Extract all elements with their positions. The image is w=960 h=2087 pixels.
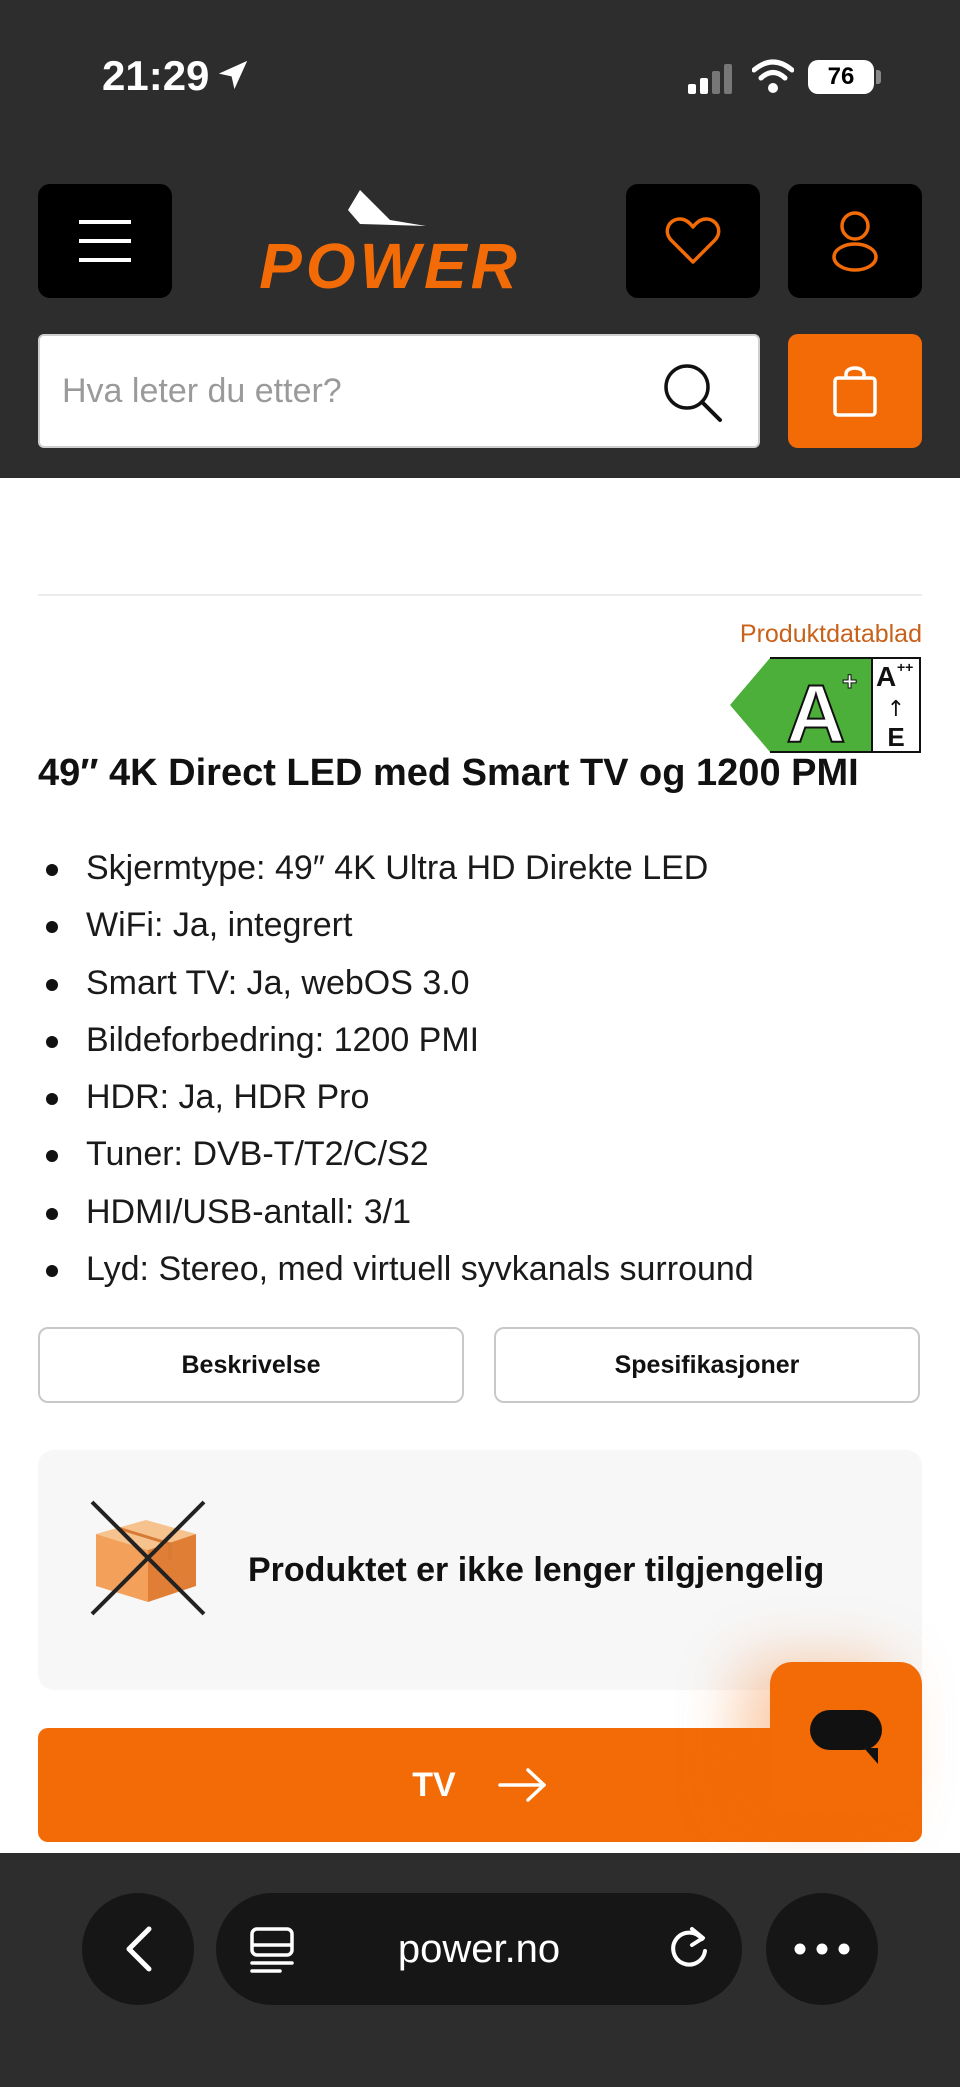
unavailable-notice: Produktet er ikke lenger tilgjengelig: [38, 1450, 922, 1690]
favorites-button[interactable]: [626, 184, 760, 298]
brand-name: POWER: [259, 230, 521, 296]
arrow-right-icon: [497, 1768, 546, 1802]
spec-item: Bildeforbedring: 1200 PMI: [38, 1012, 938, 1069]
chat-button[interactable]: [770, 1662, 922, 1814]
spec-item: Lyd: Stereo, med virtuell syvkanals surr…: [38, 1241, 938, 1298]
tv-category-label: TV: [412, 1765, 456, 1804]
energy-class-sup: +: [842, 666, 857, 696]
back-button[interactable]: [82, 1893, 194, 2005]
product-title: 49″ 4K Direct LED med Smart TV og 1200 P…: [38, 752, 859, 794]
battery-icon: 76: [808, 60, 874, 94]
site-header: POWER: [0, 160, 960, 478]
menu-icon: [79, 220, 131, 262]
location-arrow-icon: [218, 60, 248, 90]
description-button[interactable]: Beskrivelse: [38, 1327, 464, 1403]
browser-toolbar: power.no: [0, 1853, 960, 2087]
menu-button[interactable]: [38, 184, 172, 298]
search-box: [38, 334, 760, 448]
energy-class: A: [786, 669, 845, 754]
spec-item: HDMI/USB-antall: 3/1: [38, 1184, 938, 1241]
wifi-icon: [752, 59, 794, 93]
battery-level: 76: [827, 63, 855, 90]
status-bar: 21:29 76: [0, 0, 960, 160]
power-logo[interactable]: POWER: [210, 186, 570, 296]
unavailable-box-icon: [90, 1500, 206, 1616]
search-icon[interactable]: [660, 360, 726, 426]
spec-item: Tuner: DVB-T/T2/C/S2: [38, 1126, 938, 1183]
spec-list: Skjermtype: 49″ 4K Ultra HD Direkte LED …: [38, 840, 938, 1298]
energy-label-icon[interactable]: A + A ++ ↑ E: [728, 656, 922, 754]
more-button[interactable]: [766, 1893, 878, 2005]
cart-button[interactable]: [788, 334, 922, 448]
energy-scale-arrow: ↑: [887, 697, 905, 722]
status-time: 21:29: [102, 52, 210, 99]
energy-scale-top-sup: ++: [897, 659, 913, 675]
search-input[interactable]: [62, 336, 662, 446]
heart-icon: [665, 217, 721, 264]
spec-item: HDR: Ja, HDR Pro: [38, 1069, 938, 1126]
spec-item: Smart TV: Ja, webOS 3.0: [38, 955, 938, 1012]
signal-icon: [688, 64, 732, 94]
more-icon: [794, 1943, 850, 1955]
user-icon: [832, 211, 878, 272]
spec-item: Skjermtype: 49″ 4K Ultra HD Direkte LED: [38, 840, 938, 897]
product-datasheet-link[interactable]: Produktdatablad: [740, 620, 922, 649]
url-text: power.no: [397, 1926, 561, 1971]
shopping-bag-icon: [833, 366, 877, 417]
reload-icon[interactable]: [666, 1925, 712, 1971]
back-icon: [126, 1926, 152, 1972]
energy-scale-top: A: [876, 661, 896, 692]
battery-cap: [876, 70, 881, 84]
specifications-button[interactable]: Spesifikasjoner: [494, 1327, 920, 1403]
spec-item: WiFi: Ja, integrert: [38, 897, 938, 954]
energy-scale-bottom: E: [887, 722, 904, 752]
account-button[interactable]: [788, 184, 922, 298]
section-divider: [38, 594, 922, 596]
address-bar[interactable]: power.no: [216, 1893, 742, 2005]
reader-icon[interactable]: [248, 1925, 296, 1973]
chat-bubble-icon: [810, 1710, 882, 1764]
unavailable-message: Produktet er ikke lenger tilgjengelig: [248, 1550, 825, 1589]
